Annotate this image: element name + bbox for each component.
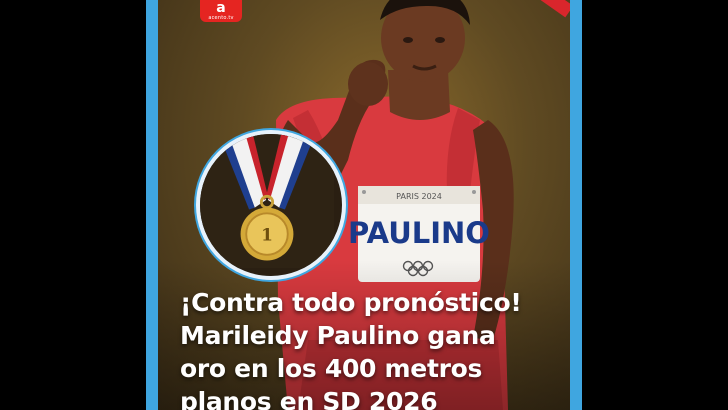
video-frame: PARIS 2024 PAULINO a acento.tv 1 ¡Contra… xyxy=(146,0,582,410)
logo-mark: a xyxy=(216,0,226,16)
logo-text: acento.tv xyxy=(208,14,234,21)
acento-logo: a acento.tv xyxy=(200,0,242,22)
headline-line-1: ¡Contra todo pronóstico! xyxy=(180,288,522,317)
headline-line-2: Marileidy Paulino gana xyxy=(180,321,496,350)
medal-icon: 1 xyxy=(200,134,334,268)
headline-line-3: oro en los 400 metros xyxy=(180,354,483,383)
bib-event-text: PARIS 2024 xyxy=(396,192,442,201)
medal-number: 1 xyxy=(261,226,273,246)
thumbnail-panel: PARIS 2024 PAULINO a acento.tv 1 ¡Contra… xyxy=(158,0,570,410)
gold-medal-badge: 1 xyxy=(196,130,346,280)
headline: ¡Contra todo pronóstico! Marileidy Pauli… xyxy=(180,286,560,410)
bib-name-text: PAULINO xyxy=(348,216,490,250)
headline-line-4: planos en SD 2026 xyxy=(180,387,438,410)
